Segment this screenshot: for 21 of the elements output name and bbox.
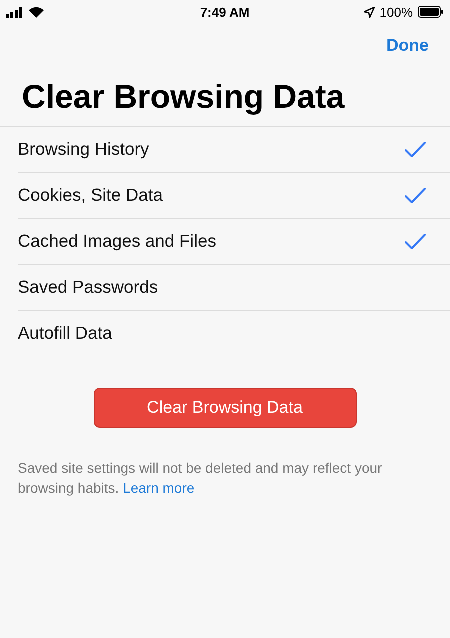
battery-percent: 100%: [380, 4, 413, 20]
option-label: Saved Passwords: [18, 277, 158, 298]
option-row[interactable]: Browsing History: [18, 127, 450, 173]
done-button[interactable]: Done: [386, 36, 429, 56]
option-row[interactable]: Autofill Data: [18, 311, 450, 356]
location-arrow-icon: [364, 6, 375, 18]
option-row[interactable]: Cached Images and Files: [18, 219, 450, 265]
signal-icon: [6, 6, 24, 18]
status-time: 7:49 AM: [200, 4, 250, 20]
option-label: Autofill Data: [18, 323, 112, 344]
clear-browsing-data-button[interactable]: Clear Browsing Data: [94, 388, 356, 428]
page-title: Clear Browsing Data: [22, 78, 346, 116]
option-label: Cached Images and Files: [18, 231, 216, 252]
footer-note: Saved site settings will not be deleted and may reflect your browsing habits. Learn more: [18, 459, 384, 498]
battery-icon: [418, 6, 444, 18]
wifi-icon: [29, 6, 44, 18]
option-label: Browsing History: [18, 139, 150, 160]
option-label: Cookies, Site Data: [18, 185, 163, 206]
option-row[interactable]: Cookies, Site Data: [18, 173, 450, 219]
option-row[interactable]: Saved Passwords: [18, 265, 450, 311]
learn-more-link[interactable]: Learn more: [123, 480, 195, 496]
